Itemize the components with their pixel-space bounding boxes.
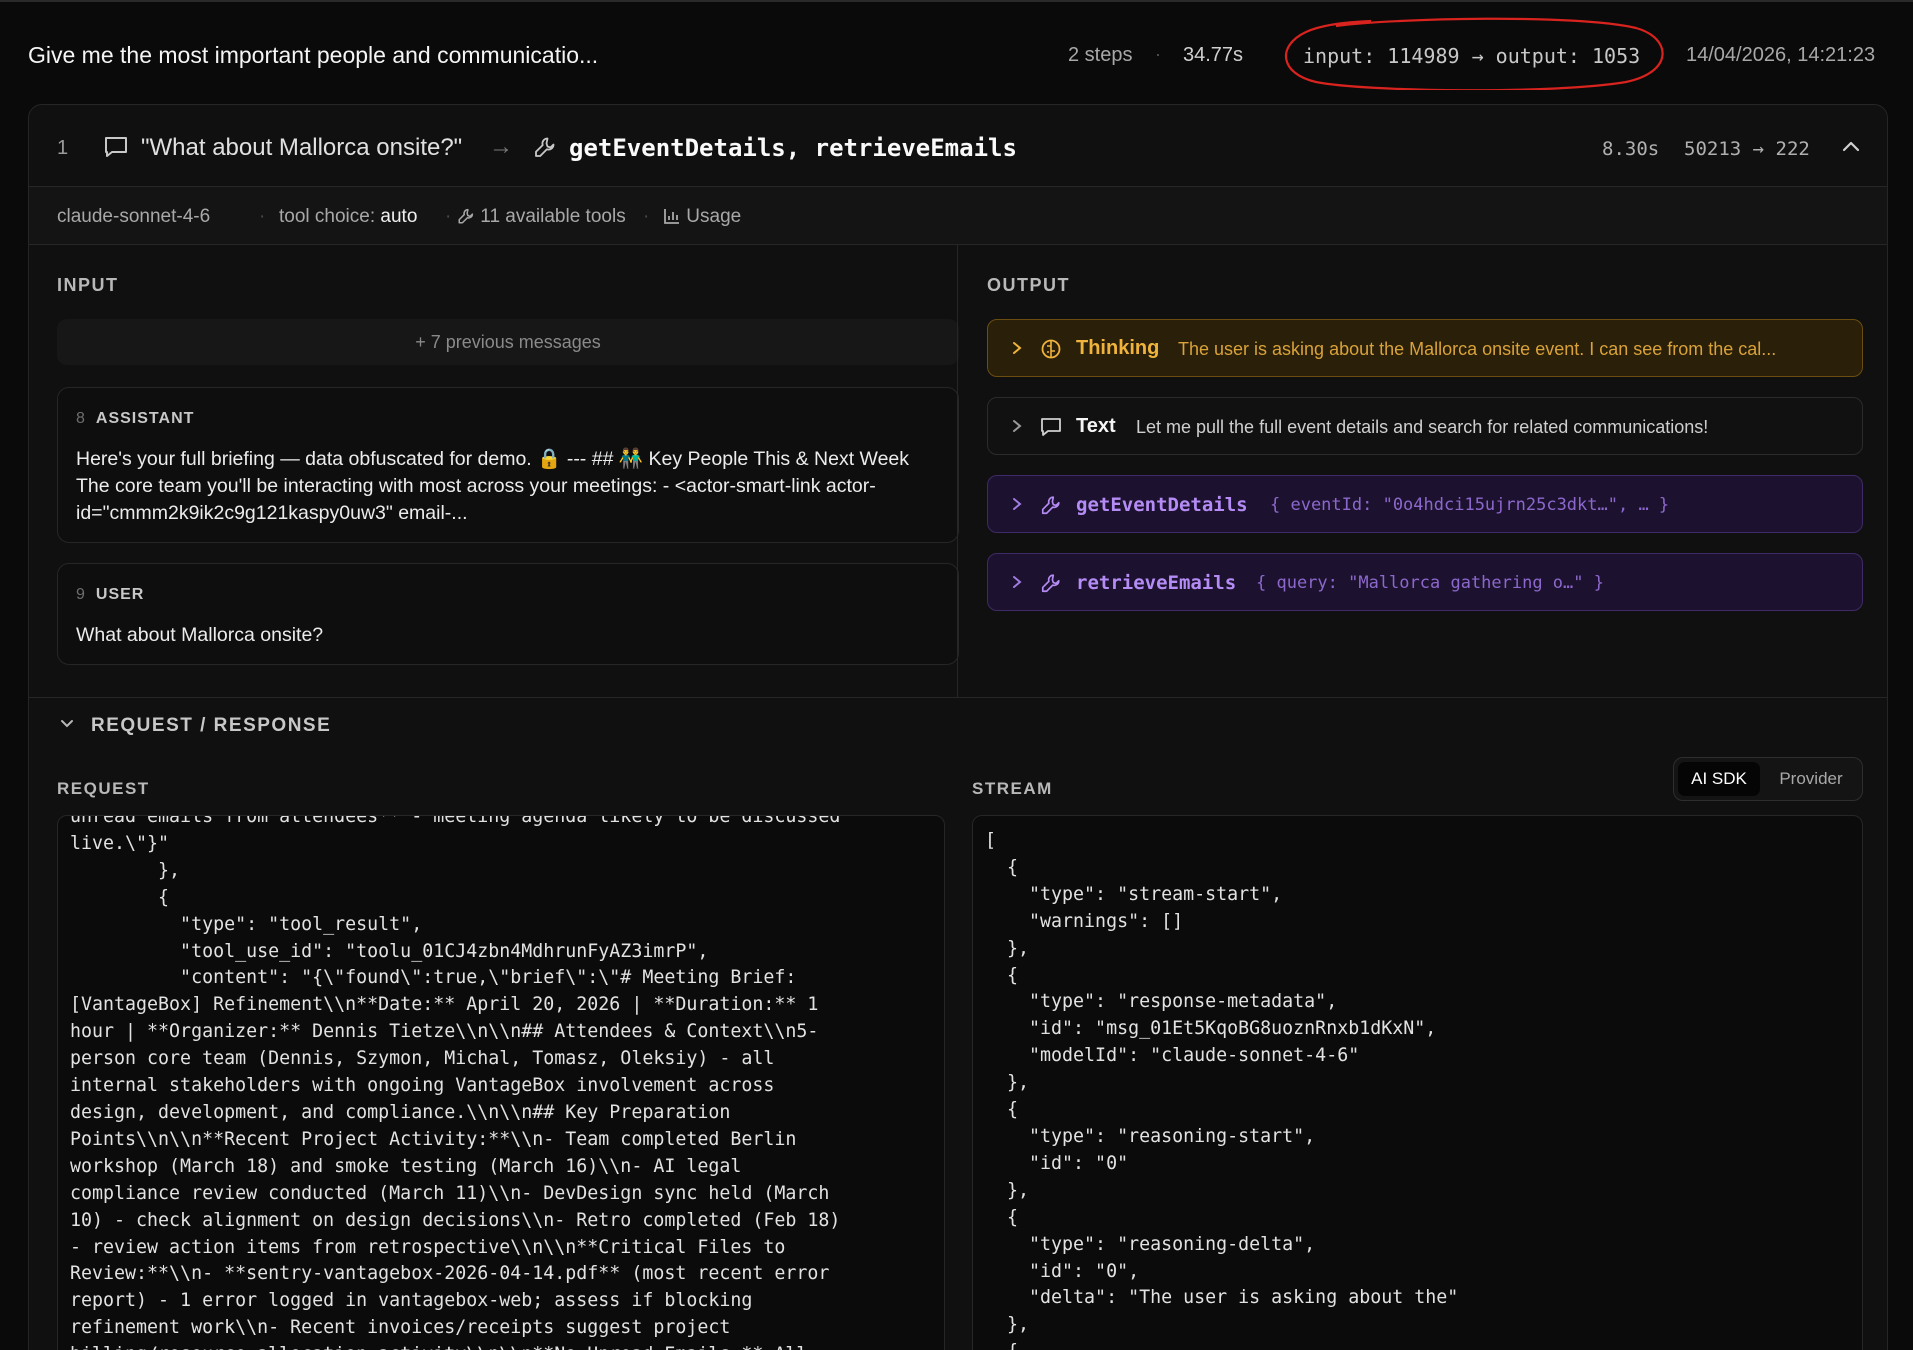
stream-body: [ { "type": "stream-start", "warnings": … — [985, 830, 1459, 1350]
available-tools-label: 11 available tools — [480, 206, 626, 227]
run-header: Give me the most important people and co… — [0, 0, 1913, 104]
step-token-usage: 50213 → 222 — [1684, 138, 1810, 160]
arrow-icon: → — [489, 133, 513, 160]
stream-label: STREAM — [972, 779, 1053, 798]
run-duration: 34.77s — [1183, 44, 1244, 66]
output-label: OUTPUT — [987, 275, 1070, 295]
separator-dot: · — [1155, 44, 1161, 64]
tool-choice-value: auto — [380, 206, 418, 227]
wrench-icon — [535, 137, 555, 157]
message-header: 9 USER — [76, 586, 144, 604]
usage-label: Usage — [686, 206, 742, 227]
tool-choice-label: tool choice: — [279, 206, 376, 227]
token-usage: input: 114989 → output: 1053 — [1303, 44, 1641, 68]
request-response-title[interactable]: REQUEST / RESPONSE — [91, 715, 331, 737]
step-card: 1 "What about Mallorca onsite?" → getEve… — [28, 104, 1888, 1350]
chevron-down-icon[interactable] — [57, 713, 77, 733]
stream-format-toggle: AI SDK Provider — [1673, 757, 1863, 801]
text-preview: Let me pull the full event details and s… — [1136, 417, 1709, 437]
steps-count: 2 steps — [1068, 44, 1133, 66]
available-tools-button[interactable]: 11 available tools — [457, 206, 626, 228]
separator-dot: · — [643, 206, 650, 227]
step-duration: 8.30s — [1602, 138, 1660, 160]
tool-name: getEventDetails — [1076, 494, 1248, 516]
request-code-panel[interactable]: unread emails from attendees** - meeting… — [57, 815, 945, 1350]
chevron-right-icon — [1013, 498, 1022, 510]
bar-chart-icon — [664, 209, 679, 224]
usage-button[interactable]: Usage — [663, 206, 741, 228]
message-role: ASSISTANT — [95, 410, 195, 427]
text-label: Text — [1076, 415, 1116, 437]
chevron-right-icon — [1013, 420, 1022, 432]
chevron-right-icon — [1013, 342, 1022, 354]
section-divider — [29, 697, 1887, 698]
message-icon — [1041, 418, 1061, 436]
text-block[interactable]: Text Let me pull the full event details … — [987, 397, 1863, 455]
request-label: REQUEST — [57, 779, 150, 798]
column-divider — [957, 245, 958, 697]
wrench-icon — [1041, 574, 1060, 593]
wrench-icon — [458, 208, 474, 224]
tool-args: { eventId: "0o4hdci15ujrn25c3dkt…", … } — [1270, 495, 1670, 515]
thinking-label: Thinking — [1076, 337, 1160, 359]
chevron-up-icon[interactable] — [1837, 133, 1865, 161]
model-name: claude-sonnet-4-6 — [57, 206, 211, 227]
run-title: Give me the most important people and co… — [28, 42, 599, 68]
message-icon — [105, 137, 127, 157]
thinking-block[interactable]: Thinking The user is asking about the Ma… — [987, 319, 1863, 377]
tool-name: retrieveEmails — [1076, 572, 1237, 594]
wrench-icon — [1041, 496, 1060, 515]
tool-args: { query: "Mallorca gathering o…" } — [1256, 573, 1604, 593]
message-user: 9 USER What about Mallorca onsite? — [57, 563, 959, 665]
message-role: USER — [95, 586, 145, 603]
tool-call-retrieve-emails[interactable]: retrieveEmails { query: "Mallorca gather… — [987, 553, 1863, 611]
brain-icon — [1041, 339, 1061, 359]
message-text: Here's your full briefing — data obfusca… — [76, 448, 910, 524]
tool-call-get-event-details[interactable]: getEventDetails { eventId: "0o4hdci15ujr… — [987, 475, 1863, 533]
thinking-preview: The user is asking about the Mallorca on… — [1178, 339, 1777, 359]
previous-messages-button[interactable]: + 7 previous messages — [57, 319, 959, 365]
message-index: 9 — [76, 586, 86, 603]
chevron-right-icon — [1013, 576, 1022, 588]
toggle-ai-sdk[interactable]: AI SDK — [1678, 762, 1760, 796]
message-header: 8 ASSISTANT — [76, 410, 194, 428]
tool-choice: tool choice: auto — [279, 206, 417, 228]
separator-dot: · — [259, 206, 266, 227]
stream-code-panel[interactable]: [ { "type": "stream-start", "warnings": … — [972, 815, 1863, 1350]
step-tool-names: getEventDetails, retrieveEmails — [569, 134, 1017, 162]
step-number: 1 — [57, 137, 69, 159]
run-timestamp: 14/04/2026, 14:21:23 — [1686, 44, 1876, 66]
input-label: INPUT — [57, 275, 119, 295]
step-header[interactable]: 1 "What about Mallorca onsite?" → getEve… — [29, 105, 1887, 187]
step-meta-bar: claude-sonnet-4-6 · tool choice: auto · … — [29, 187, 1887, 245]
message-assistant: 8 ASSISTANT Here's your full briefing — d… — [57, 387, 959, 543]
message-text: What about Mallorca onsite? — [76, 624, 324, 646]
request-body: unread emails from attendees** - meeting… — [70, 815, 841, 1350]
toggle-provider[interactable]: Provider — [1766, 762, 1856, 796]
separator-dot: · — [445, 206, 452, 227]
message-index: 8 — [76, 410, 86, 427]
step-query: "What about Mallorca onsite?" — [141, 134, 463, 161]
